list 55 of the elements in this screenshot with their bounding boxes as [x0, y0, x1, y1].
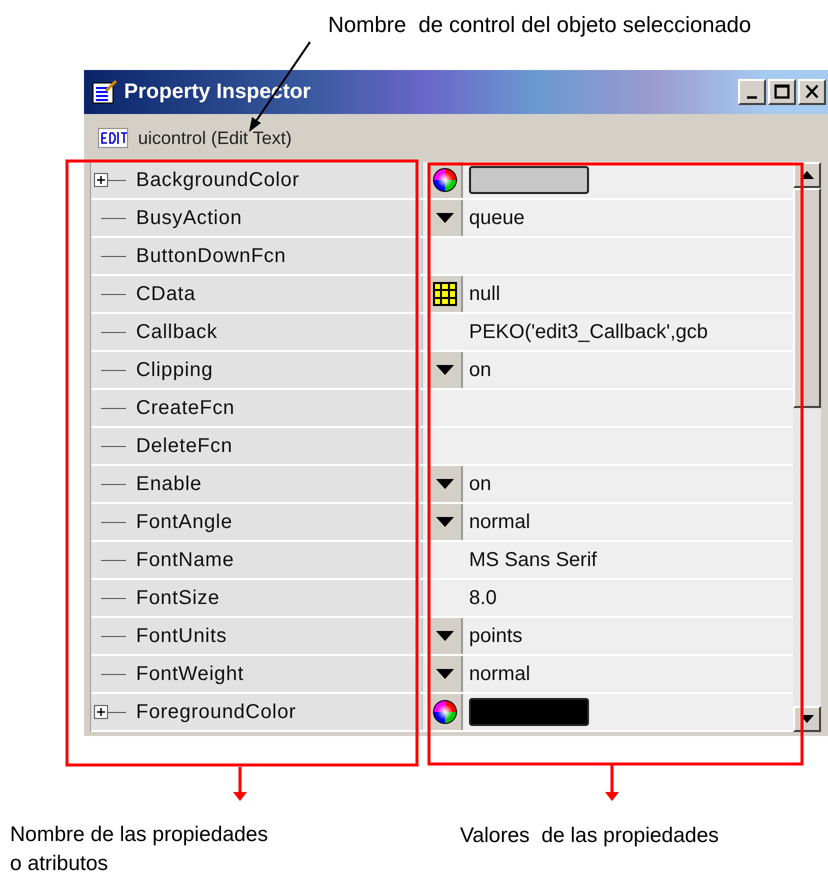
minimize-icon: [747, 96, 757, 98]
property-name: DeleteFcn: [136, 434, 233, 459]
dropdown-button[interactable]: [429, 504, 463, 540]
property-value: points: [469, 624, 522, 649]
property-name: FontSize: [136, 586, 220, 611]
object-name: uicontrol (Edit Text): [138, 126, 292, 150]
expand-toggle[interactable]: [94, 173, 108, 187]
caret-down-icon: [435, 630, 455, 642]
property-name: Enable: [136, 472, 202, 497]
caret-down-icon: [435, 668, 455, 680]
property-name: ForegroundColor: [136, 700, 296, 725]
caret-down-icon: [435, 516, 455, 528]
dropdown-button[interactable]: [429, 656, 463, 692]
document-pencil-icon: [92, 79, 118, 105]
dropdown-button[interactable]: [429, 352, 463, 388]
edit-text-icon: [98, 128, 128, 148]
property-name: FontName: [136, 548, 234, 573]
property-name: FontWeight: [136, 662, 244, 687]
property-value: 8.0: [469, 586, 497, 611]
property-value: on: [469, 472, 492, 497]
property-value: normal: [469, 662, 530, 687]
maximize-button[interactable]: [768, 79, 796, 105]
property-name: CreateFcn: [136, 396, 235, 421]
expand-toggle[interactable]: [94, 705, 108, 719]
property-value: MS Sans Serif: [469, 548, 597, 573]
property-value: normal: [469, 510, 530, 535]
color-picker-button[interactable]: [429, 694, 463, 730]
dropdown-button[interactable]: [429, 200, 463, 236]
grid-button[interactable]: [429, 276, 463, 312]
dropdown-button[interactable]: [429, 618, 463, 654]
dropdown-button[interactable]: [429, 466, 463, 502]
property-name: Callback: [136, 320, 218, 345]
down-arrow: [605, 765, 619, 801]
triangle-up-icon: [800, 171, 814, 179]
property-name: CData: [136, 282, 196, 307]
caret-down-icon: [435, 212, 455, 224]
triangle-down-icon: [800, 715, 814, 723]
property-name: Clipping: [136, 358, 214, 383]
annotation-label: Valores de las propiedades: [460, 823, 719, 849]
property-name: BackgroundColor: [136, 168, 300, 193]
annotation-label: Nombre de las propiedades o atributos: [10, 822, 268, 877]
property-name: FontAngle: [136, 510, 233, 535]
property-value: on: [469, 358, 492, 383]
property-name: BusyAction: [136, 206, 242, 231]
caret-down-icon: [435, 364, 455, 376]
annotation-label: Nombre de control del objeto seleccionado: [328, 11, 752, 39]
property-name: ButtonDownFcn: [136, 244, 286, 269]
caret-down-icon: [435, 478, 455, 490]
property-value: queue: [469, 206, 525, 231]
property-name: FontUnits: [136, 624, 227, 649]
down-arrow: [233, 767, 247, 801]
property-value: null: [469, 282, 500, 307]
minimize-button[interactable]: [738, 79, 766, 105]
property-value: PEKO('edit3_Callback',gcb: [469, 320, 708, 345]
close-button[interactable]: [798, 79, 826, 105]
